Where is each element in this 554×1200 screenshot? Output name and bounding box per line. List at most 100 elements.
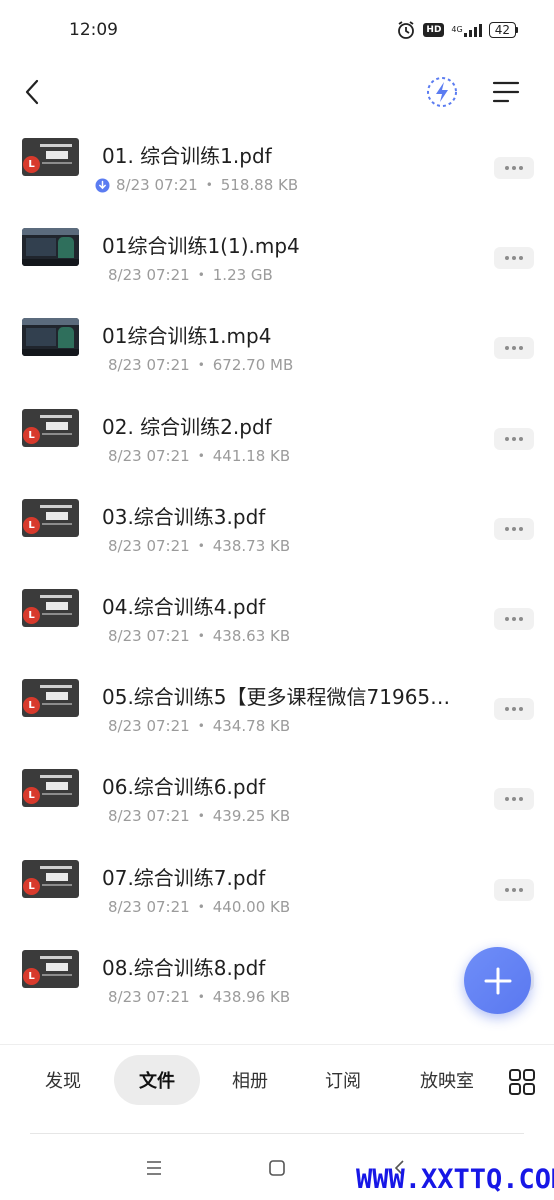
downloaded-icon: [95, 178, 110, 193]
status-bar: 12:09 HD 4G 42: [0, 0, 554, 64]
file-name: 01综合训练1.mp4: [102, 324, 272, 349]
file-date: 8/23 07:21: [108, 987, 190, 1006]
recent-apps-button[interactable]: [134, 1150, 174, 1186]
pdf-logo-icon: L: [23, 697, 40, 715]
pdf-logo-icon: L: [23, 967, 40, 985]
file-name: 08.综合训练8.pdf: [102, 955, 266, 980]
file-meta: 8/23 07:21 • 439.25 KB: [108, 807, 290, 825]
system-nav-divider: [30, 1133, 524, 1134]
file-name: 05.综合训练5【更多课程微信71965…: [102, 685, 451, 710]
more-dots-icon: [505, 436, 509, 441]
file-size: 438.73 KB: [212, 536, 291, 555]
tab-files[interactable]: 文件: [114, 1055, 200, 1105]
pdf-thumbnail: L: [22, 949, 79, 988]
top-toolbar: [0, 64, 554, 120]
file-size: 438.96 KB: [212, 987, 291, 1006]
grid-icon: [509, 1069, 535, 1095]
file-meta: 8/23 07:21 • 434.78 KB: [108, 717, 290, 735]
home-button[interactable]: [257, 1150, 297, 1186]
sort-list-icon: [492, 81, 520, 103]
file-meta: 8/23 07:21 • 441.18 KB: [108, 447, 290, 465]
more-dots-icon: [505, 887, 509, 892]
file-date: 8/23 07:21: [108, 807, 190, 826]
file-row[interactable]: L 05.综合训练5【更多课程微信71965… 8/23 07:21 • 434.78 …: [0, 655, 554, 745]
file-name: 01综合训练1(1).mp4: [102, 234, 300, 259]
home-square-icon: [269, 1160, 285, 1176]
meta-separator: •: [197, 899, 205, 914]
pdf-logo-icon: L: [23, 606, 40, 624]
more-options-button[interactable]: [494, 157, 534, 179]
file-size: 1.23 GB: [212, 266, 273, 285]
file-name: 06.综合训练6.pdf: [102, 775, 266, 800]
more-options-button[interactable]: [494, 878, 534, 901]
more-apps-button[interactable]: [505, 1065, 539, 1099]
status-icons: HD 4G 42: [396, 20, 518, 40]
file-meta: 8/23 07:21 • 518.88 KB: [95, 176, 299, 194]
file-date: 8/23 07:21: [108, 626, 190, 645]
pdf-thumbnail: L: [22, 769, 79, 808]
file-size: 672.70 MB: [212, 356, 294, 375]
file-meta: 8/23 07:21 • 1.23 GB: [108, 266, 273, 284]
file-name: 01. 综合训练1.pdf: [102, 144, 272, 168]
file-row[interactable]: L 04.综合训练4.pdf 8/23 07:21 • 438.63 KB: [0, 565, 554, 655]
more-dots-icon: [505, 346, 509, 351]
more-options-button[interactable]: [494, 427, 534, 450]
file-row[interactable]: L 03.综合训练3.pdf 8/23 07:21 • 438.73 KB: [0, 475, 554, 565]
more-options-button[interactable]: [494, 698, 534, 721]
file-name: 03.综合训练3.pdf: [102, 504, 266, 529]
pdf-logo-icon: L: [23, 877, 40, 895]
meta-separator: •: [197, 268, 205, 283]
more-options-button[interactable]: [494, 247, 534, 270]
meta-separator: •: [197, 719, 205, 734]
video-thumbnail: [22, 228, 79, 267]
pdf-logo-icon: L: [23, 787, 40, 805]
file-row[interactable]: L 01. 综合训练1.pdf 8/23 07:21 • 518.88 KB: [0, 114, 554, 204]
status-time: 12:09: [69, 20, 118, 40]
file-size: 439.25 KB: [212, 807, 291, 826]
file-row[interactable]: L 07.综合训练7.pdf 8/23 07:21 • 440.00 KB: [0, 836, 554, 926]
pdf-thumbnail: L: [22, 679, 79, 718]
file-size: 518.88 KB: [220, 176, 299, 194]
tab-subscribe[interactable]: 订阅: [308, 1055, 378, 1105]
alarm-clock-icon: [396, 20, 416, 40]
back-button[interactable]: [12, 72, 52, 112]
meta-separator: •: [197, 628, 205, 643]
more-dots-icon: [505, 526, 509, 531]
file-row[interactable]: 01综合训练1(1).mp4 8/23 07:21 • 1.23 GB: [0, 204, 554, 294]
pdf-logo-icon: L: [23, 156, 40, 173]
flash-transfer-button[interactable]: [422, 72, 462, 112]
pdf-thumbnail: L: [22, 138, 79, 176]
file-date: 8/23 07:21: [116, 176, 198, 194]
file-size: 438.63 KB: [212, 626, 291, 645]
file-name: 07.综合训练7.pdf: [102, 865, 266, 890]
more-dots-icon: [505, 707, 509, 712]
bottom-tab-bar: 发现 文件 相册 订阅 放映室: [0, 1045, 554, 1125]
tab-discover[interactable]: 发现: [28, 1055, 98, 1105]
file-row[interactable]: L 06.综合训练6.pdf 8/23 07:21 • 439.25 KB: [0, 745, 554, 835]
file-row[interactable]: 01综合训练1.mp4 8/23 07:21 • 672.70 MB: [0, 294, 554, 384]
back-arrow-icon: [25, 79, 39, 105]
file-date: 8/23 07:21: [108, 446, 190, 465]
file-date: 8/23 07:21: [108, 717, 190, 736]
file-size: 440.00 KB: [212, 897, 291, 916]
more-options-button[interactable]: [494, 607, 534, 630]
meta-separator: •: [197, 448, 205, 463]
file-date: 8/23 07:21: [108, 356, 190, 375]
more-options-button[interactable]: [494, 788, 534, 811]
watermark-text: WWW.XXTTQ.COM: [356, 1164, 554, 1195]
meta-separator: •: [197, 989, 205, 1004]
more-dots-icon: [505, 797, 509, 802]
more-options-button[interactable]: [494, 517, 534, 540]
pdf-thumbnail: L: [22, 408, 79, 447]
more-options-button[interactable]: [494, 337, 534, 360]
tab-theater[interactable]: 放映室: [406, 1055, 488, 1105]
tab-album[interactable]: 相册: [215, 1055, 285, 1105]
file-meta: 8/23 07:21 • 440.00 KB: [108, 898, 290, 916]
plus-icon: [484, 967, 511, 994]
battery-icon: 42: [488, 22, 518, 38]
meta-separator: •: [197, 538, 205, 553]
sort-button[interactable]: [486, 72, 526, 112]
file-row[interactable]: L 02. 综合训练2.pdf 8/23 07:21 • 441.18 KB: [0, 385, 554, 475]
add-button[interactable]: [464, 947, 531, 1014]
file-size: 441.18 KB: [212, 446, 291, 465]
